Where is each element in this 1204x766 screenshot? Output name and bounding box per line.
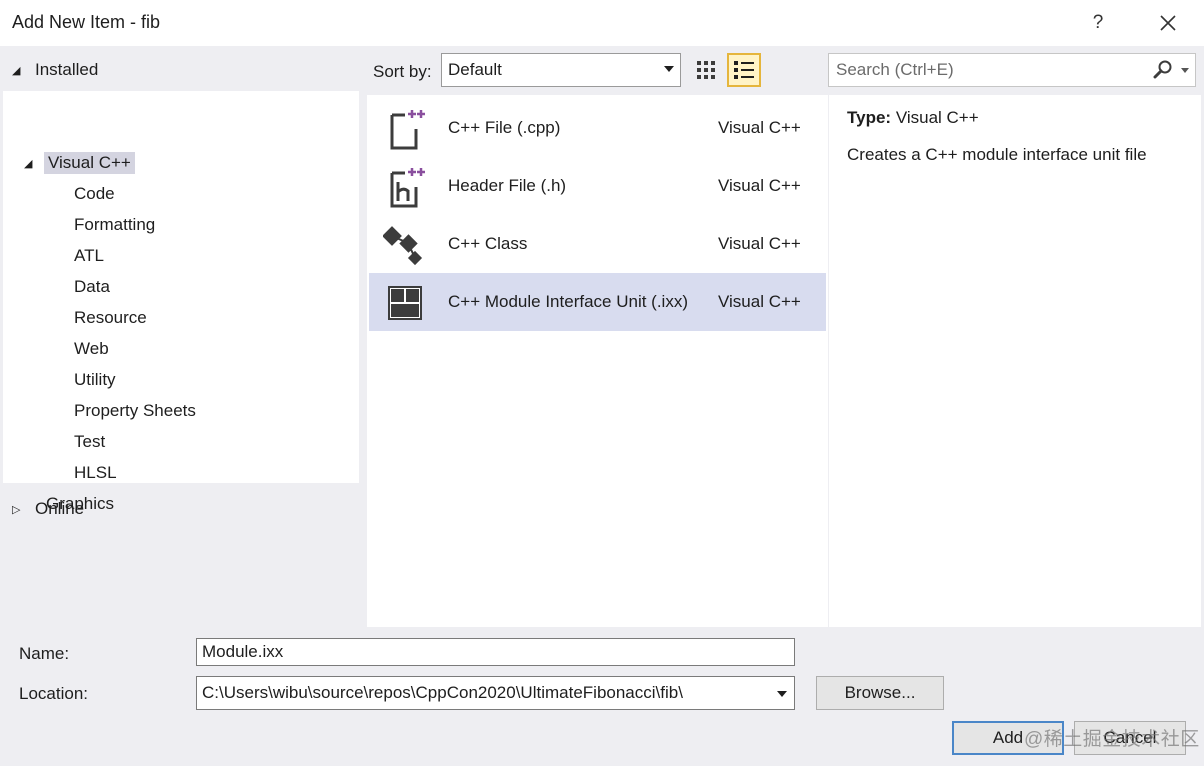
tree-item-property-sheets[interactable]: Property Sheets [74, 397, 196, 425]
tree-item-resource[interactable]: Resource [74, 304, 147, 332]
tree-item-web[interactable]: Web [74, 335, 109, 363]
type-value: Visual C++ [895, 108, 979, 127]
chevron-down-icon [664, 66, 674, 72]
list-view-button[interactable] [727, 53, 761, 87]
template-name: C++ Class [448, 234, 528, 253]
installed-label: Installed [35, 60, 99, 79]
tree-item-utility[interactable]: Utility [74, 366, 116, 394]
close-icon [1160, 15, 1176, 31]
template-row-cpp-class[interactable]: C++ Class Visual C++ [369, 215, 826, 273]
small-icons-view-button[interactable] [689, 53, 723, 87]
installed-section-header[interactable]: ◢ Installed [12, 57, 98, 83]
location-combobox[interactable]: C:\Users\wibu\source\repos\CppCon2020\Ul… [196, 676, 795, 710]
tree-item-data[interactable]: Data [74, 273, 110, 301]
name-label: Name: [19, 644, 70, 663]
tree-item-visual-cpp[interactable]: ◢ Visual C++ [24, 149, 135, 177]
sort-value: Default [448, 60, 502, 79]
help-button[interactable]: ? [1082, 8, 1114, 38]
search-options-chevron-icon[interactable] [1181, 68, 1189, 73]
tree-item-test[interactable]: Test [74, 428, 105, 456]
cpp-file-icon [390, 110, 425, 150]
browse-button[interactable]: Browse... [816, 676, 944, 710]
list-view-icon [734, 61, 754, 79]
dialog-body: ◢ Installed ◢ Visual C++ Code Formatting… [0, 46, 1204, 766]
small-icons-grid-icon [697, 61, 715, 79]
expanded-triangle-icon: ◢ [24, 157, 33, 170]
chevron-down-icon[interactable] [777, 691, 787, 697]
dialog-title: Add New Item - fib [12, 12, 161, 32]
location-label: Location: [19, 684, 88, 703]
template-row-cpp-file[interactable]: C++ File (.cpp) Visual C++ [369, 99, 826, 157]
template-description: Creates a C++ module interface unit file [847, 145, 1147, 164]
collapsed-triangle-icon: ▷ [12, 503, 21, 516]
tree-item-hlsl[interactable]: HLSL [74, 459, 117, 487]
template-language: Visual C++ [718, 292, 801, 311]
template-row-module-interface-unit[interactable]: C++ Module Interface Unit (.ixx) Visual … [369, 273, 826, 331]
expanded-triangle-icon: ◢ [12, 64, 21, 77]
search-placeholder: Search (Ctrl+E) [836, 60, 954, 79]
tree-item-atl[interactable]: ATL [74, 242, 104, 270]
template-language: Visual C++ [718, 176, 801, 195]
sort-label: Sort by: [373, 62, 432, 81]
template-name: C++ File (.cpp) [448, 118, 561, 137]
header-file-icon [390, 168, 425, 208]
template-row-header-file[interactable]: Header File (.h) Visual C++ [369, 157, 826, 215]
tree-item-formatting[interactable]: Formatting [74, 211, 155, 239]
template-language: Visual C++ [718, 234, 801, 253]
type-key: Type: [847, 108, 892, 127]
category-tree: ◢ Visual C++ Code Formatting ATL Data Re… [3, 91, 359, 513]
cancel-button[interactable]: Cancel [1074, 721, 1186, 755]
template-list: C++ File (.cpp) Visual C++ Header File (… [367, 95, 828, 627]
online-label: Online [35, 499, 85, 518]
add-button[interactable]: Add [952, 721, 1064, 755]
name-field[interactable] [196, 638, 795, 666]
module-icon [388, 286, 422, 320]
location-value: C:\Users\wibu\source\repos\CppCon2020\Ul… [202, 683, 683, 702]
class-icon [383, 226, 423, 266]
template-name: C++ Module Interface Unit (.ixx) [448, 292, 688, 311]
tree-item-label: Visual C++ [44, 152, 135, 174]
tree-item-code[interactable]: Code [74, 180, 115, 208]
template-language: Visual C++ [718, 118, 801, 137]
details-panel: Type: Visual C++ Creates a C++ module in… [829, 95, 1201, 627]
search-icon [1153, 60, 1172, 79]
template-name: Header File (.h) [448, 176, 567, 195]
close-button[interactable] [1152, 8, 1184, 38]
title-bar: Add New Item - fib ? [0, 0, 1204, 46]
online-section-header[interactable]: ▷ Online [12, 496, 84, 522]
type-line: Type: Visual C++ [847, 108, 979, 128]
sort-dropdown[interactable]: Default [441, 53, 681, 87]
search-input[interactable]: Search (Ctrl+E) [828, 53, 1196, 87]
